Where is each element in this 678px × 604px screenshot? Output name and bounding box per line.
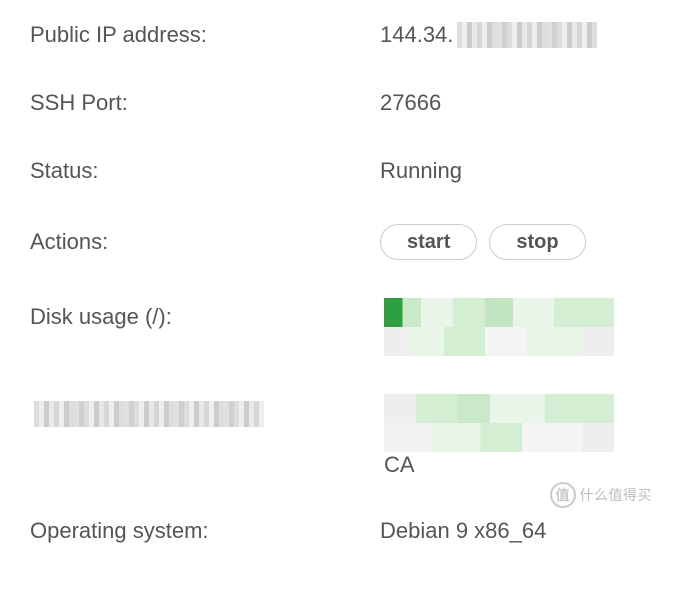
start-button[interactable]: start: [380, 224, 477, 260]
label-status: Status:: [30, 158, 380, 184]
redacted-label: [34, 401, 264, 427]
row-public-ip: Public IP address: 144.34.: [30, 20, 648, 50]
label-ssh-port: SSH Port:: [30, 90, 380, 116]
label-public-ip: Public IP address:: [30, 22, 380, 48]
row-status: Status: Running: [30, 156, 648, 186]
row-ssh-port: SSH Port: 27666: [30, 88, 648, 118]
label-redacted: [30, 394, 380, 427]
label-actions: Actions:: [30, 229, 380, 255]
row-redacted: CA: [30, 394, 648, 478]
value-public-ip: 144.34.: [380, 22, 648, 48]
row-disk-usage: Disk usage (/):: [30, 298, 648, 356]
value-os: Debian 9 x86_64: [380, 518, 648, 544]
value-status: Running: [380, 158, 648, 184]
value-redacted: CA: [380, 394, 648, 478]
ip-prefix: 144.34.: [380, 22, 453, 48]
value-ssh-port: 27666: [380, 90, 648, 116]
value-disk-usage: [380, 298, 648, 356]
row-actions: Actions: start stop: [30, 224, 648, 260]
label-disk-usage: Disk usage (/):: [30, 298, 380, 330]
watermark-text: 什么值得买: [580, 485, 653, 505]
watermark: 值 什么值得买: [550, 482, 653, 508]
value-actions: start stop: [380, 224, 648, 260]
ca-suffix: CA: [384, 452, 415, 478]
redacted-ip-suffix: [457, 22, 597, 48]
label-os: Operating system:: [30, 518, 380, 544]
stop-button[interactable]: stop: [489, 224, 585, 260]
watermark-icon: 值: [550, 482, 576, 508]
redacted-value: [384, 394, 614, 452]
redacted-disk-usage: [384, 298, 614, 356]
